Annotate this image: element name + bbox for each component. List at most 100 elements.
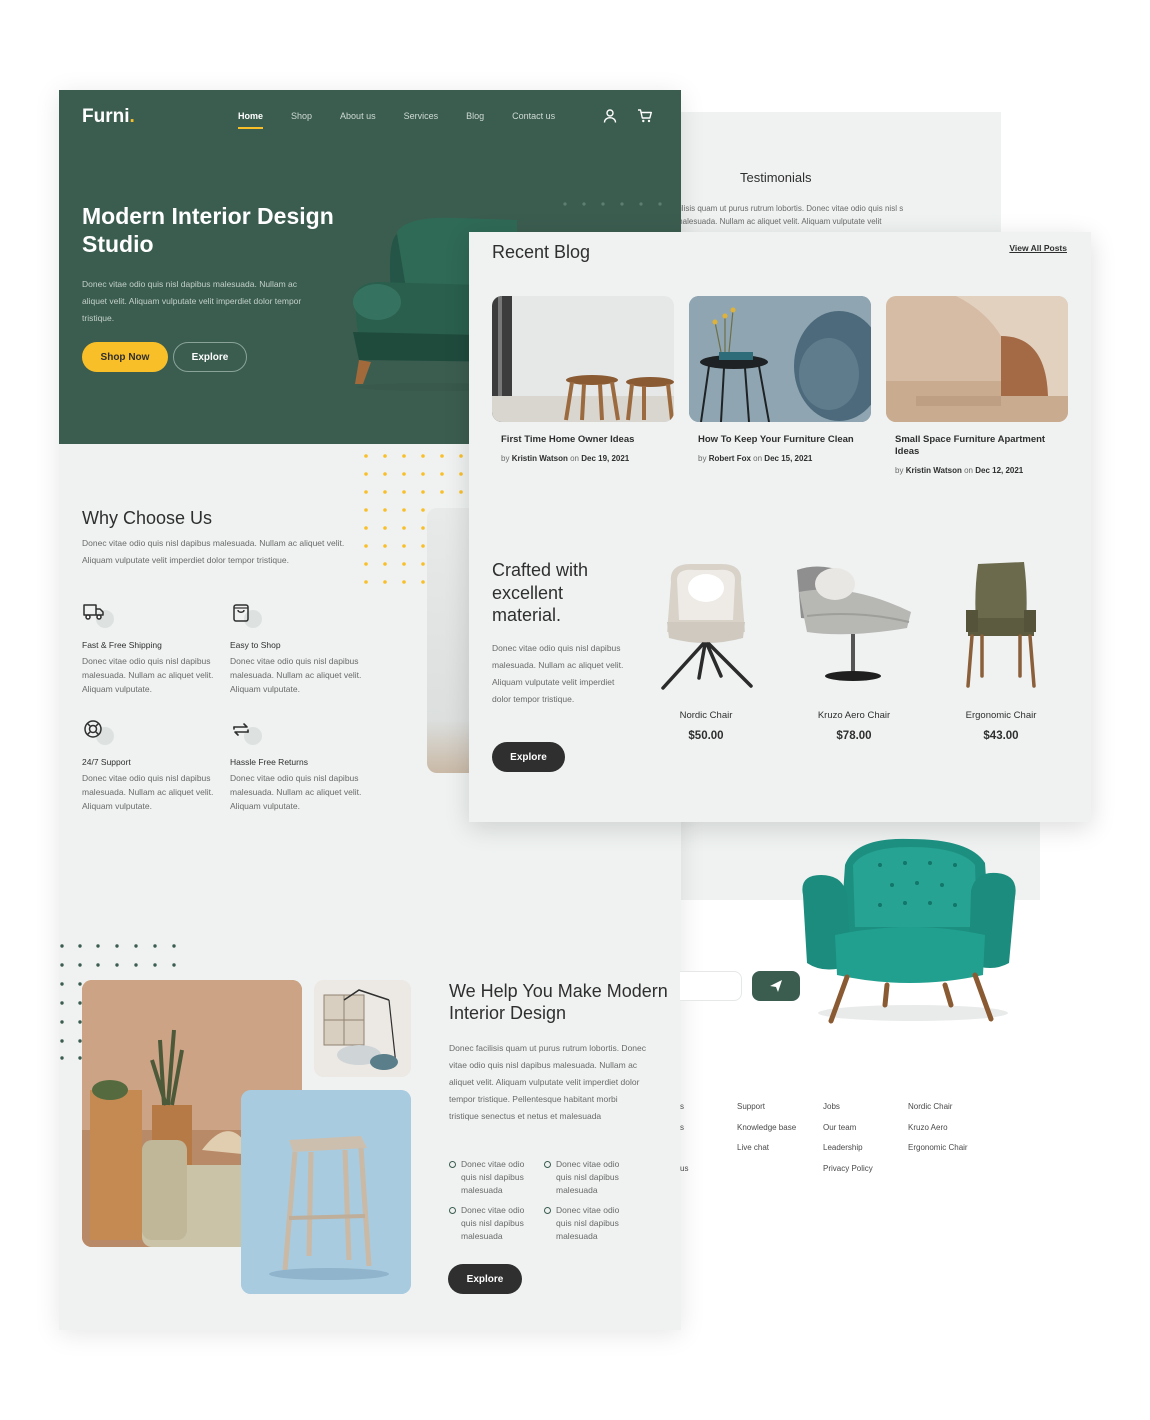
- footer-link-our-team[interactable]: Our team: [823, 1123, 856, 1132]
- blog-author: Kristin Watson: [511, 454, 568, 463]
- stool-image: [241, 1090, 411, 1294]
- feature-text: Donec vitae odio quis nisl dapibus males…: [230, 773, 362, 811]
- help-text: Donec facilisis quam ut purus rutrum lob…: [449, 1043, 646, 1121]
- feature-title: Easy to Shop: [230, 640, 281, 650]
- blog-card[interactable]: How To Keep Your Furniture Clean by Robe…: [689, 296, 871, 463]
- blog-post-title[interactable]: First Time Home Owner Ideas: [492, 434, 674, 446]
- armchair-image: [802, 838, 1016, 1024]
- blog-date: Dec 15, 2021: [764, 454, 813, 463]
- by-label: by: [698, 454, 707, 463]
- nav-blog[interactable]: Blog: [466, 111, 484, 121]
- by-label: by: [895, 466, 904, 475]
- nav-home[interactable]: Home: [238, 111, 264, 129]
- hero-title: Modern Interior Design Studio: [82, 203, 334, 257]
- why-choose-title: Why Choose Us: [82, 508, 213, 528]
- help-bullet: Donec vitae odio quis nisl dapibus males…: [449, 1204, 531, 1243]
- shop-now-button[interactable]: Shop Now: [82, 342, 168, 372]
- recent-blog-title: Recent Blog: [492, 242, 591, 262]
- nav-shop[interactable]: Shop: [291, 111, 312, 121]
- returns-icon: [230, 719, 264, 745]
- nav-about[interactable]: About us: [340, 111, 376, 121]
- logo-text: Furni: [82, 106, 130, 127]
- product-image[interactable]: [789, 552, 919, 692]
- logo[interactable]: Furni.: [82, 106, 135, 128]
- blog-image[interactable]: [689, 296, 871, 422]
- testimonials-text: cilisis quam ut purus rutrum lobortis. D…: [680, 204, 904, 226]
- cart-icon[interactable]: [637, 108, 653, 124]
- product-ergonomic-chair[interactable]: Ergonomic Chair $43.00: [936, 552, 1066, 742]
- hero-dot-pattern: [563, 202, 662, 206]
- nav-contact[interactable]: Contact us: [512, 111, 555, 121]
- footer-link[interactable]: s: [680, 1102, 684, 1111]
- feature-shipping: Fast & Free Shipping Donec vitae odio qu…: [82, 602, 217, 696]
- support-icon: [82, 719, 116, 745]
- bag-icon: [230, 602, 264, 628]
- feature-title: 24/7 Support: [82, 757, 131, 767]
- footer-link-ergonomic-chair[interactable]: Ergonomic Chair: [908, 1143, 968, 1152]
- truck-icon: [82, 602, 116, 628]
- user-icon[interactable]: [602, 108, 618, 124]
- product-name[interactable]: Ergonomic Chair: [936, 710, 1066, 721]
- crafted-explore-button[interactable]: Explore: [492, 742, 565, 772]
- footer-link-nordic-chair[interactable]: Nordic Chair: [908, 1102, 952, 1111]
- blog-products-page: Recent Blog View All Posts First Time Ho…: [469, 232, 1091, 822]
- footer-link-knowledge-base[interactable]: Knowledge base: [737, 1123, 796, 1132]
- footer-link[interactable]: s: [680, 1123, 684, 1132]
- on-label: on: [570, 454, 579, 463]
- blog-card[interactable]: Small Space Furniture Apartment Ideas by…: [886, 296, 1068, 475]
- product-nordic-chair[interactable]: Nordic Chair $50.00: [641, 552, 771, 742]
- crafted-text: Donec vitae odio quis nisl dapibus males…: [492, 643, 624, 704]
- product-kruzo-aero-chair[interactable]: Kruzo Aero Chair $78.00: [789, 552, 919, 742]
- blog-post-title[interactable]: Small Space Furniture Apartment Ideas: [886, 434, 1068, 458]
- help-bullet: Donec vitae odio quis nisl dapibus males…: [544, 1204, 626, 1243]
- help-explore-button[interactable]: Explore: [448, 1264, 522, 1294]
- help-bullet: Donec vitae odio quis nisl dapibus males…: [449, 1158, 531, 1197]
- footer-link-kruzo-aero[interactable]: Kruzo Aero: [908, 1123, 948, 1132]
- blog-author: Kristin Watson: [905, 466, 962, 475]
- why-choose-text: Donec vitae odio quis nisl dapibus males…: [82, 538, 345, 565]
- blog-meta: by Kristin Watson on Dec 12, 2021: [886, 466, 1068, 475]
- view-all-posts-link[interactable]: View All Posts: [1009, 243, 1067, 253]
- feature-title: Fast & Free Shipping: [82, 640, 162, 650]
- help-title: We Help You Make Modern Interior Design: [449, 981, 668, 1023]
- hero-explore-button[interactable]: Explore: [173, 342, 247, 372]
- nav-services[interactable]: Services: [404, 111, 439, 121]
- hero-text: Donec vitae odio quis nisl dapibus males…: [82, 279, 302, 323]
- blog-card[interactable]: First Time Home Owner Ideas by Kristin W…: [492, 296, 674, 463]
- footer-link-support[interactable]: Support: [737, 1102, 765, 1111]
- feature-text: Donec vitae odio quis nisl dapibus males…: [230, 656, 362, 694]
- footer-link-leadership[interactable]: Leadership: [823, 1143, 863, 1152]
- help-bullet: Donec vitae odio quis nisl dapibus males…: [544, 1158, 626, 1197]
- blog-image[interactable]: [492, 296, 674, 422]
- feature-support: 24/7 Support Donec vitae odio quis nisl …: [82, 719, 217, 813]
- blog-meta: by Kristin Watson on Dec 19, 2021: [492, 454, 674, 463]
- interior-image: [314, 980, 411, 1077]
- product-name[interactable]: Kruzo Aero Chair: [789, 710, 919, 721]
- testimonials-title: Testimonials: [740, 170, 812, 185]
- logo-dot: .: [129, 106, 135, 127]
- feature-returns: Hassle Free Returns Donec vitae odio qui…: [230, 719, 365, 813]
- blog-post-title[interactable]: How To Keep Your Furniture Clean: [689, 434, 871, 446]
- blog-meta: by Robert Fox on Dec 15, 2021: [689, 454, 871, 463]
- on-label: on: [753, 454, 763, 463]
- by-label: by: [501, 454, 510, 463]
- newsletter-email-input[interactable]: [680, 971, 742, 1001]
- feature-easy-shop: Easy to Shop Donec vitae odio quis nisl …: [230, 602, 365, 696]
- main-nav: Home Shop About us Services Blog Contact…: [238, 111, 583, 129]
- newsletter-send-button[interactable]: [752, 971, 800, 1001]
- footer-link-live-chat[interactable]: Live chat: [737, 1143, 769, 1152]
- product-price: $43.00: [983, 730, 1019, 742]
- blog-date: Dec 19, 2021: [581, 454, 630, 463]
- product-image[interactable]: [936, 552, 1066, 692]
- blog-image[interactable]: [886, 296, 1068, 422]
- footer-link-privacy-policy[interactable]: Privacy Policy: [823, 1164, 873, 1173]
- paper-plane-icon: [770, 980, 782, 992]
- product-image[interactable]: [641, 552, 771, 692]
- product-price: $50.00: [688, 730, 724, 742]
- footer-link[interactable]: us: [680, 1164, 688, 1173]
- footer-link-jobs[interactable]: Jobs: [823, 1102, 840, 1111]
- feature-title: Hassle Free Returns: [230, 757, 308, 767]
- testimonials-page: Testimonials cilisis quam ut purus rutru…: [680, 112, 1001, 237]
- feature-text: Donec vitae odio quis nisl dapibus males…: [82, 656, 214, 694]
- product-name[interactable]: Nordic Chair: [641, 710, 771, 721]
